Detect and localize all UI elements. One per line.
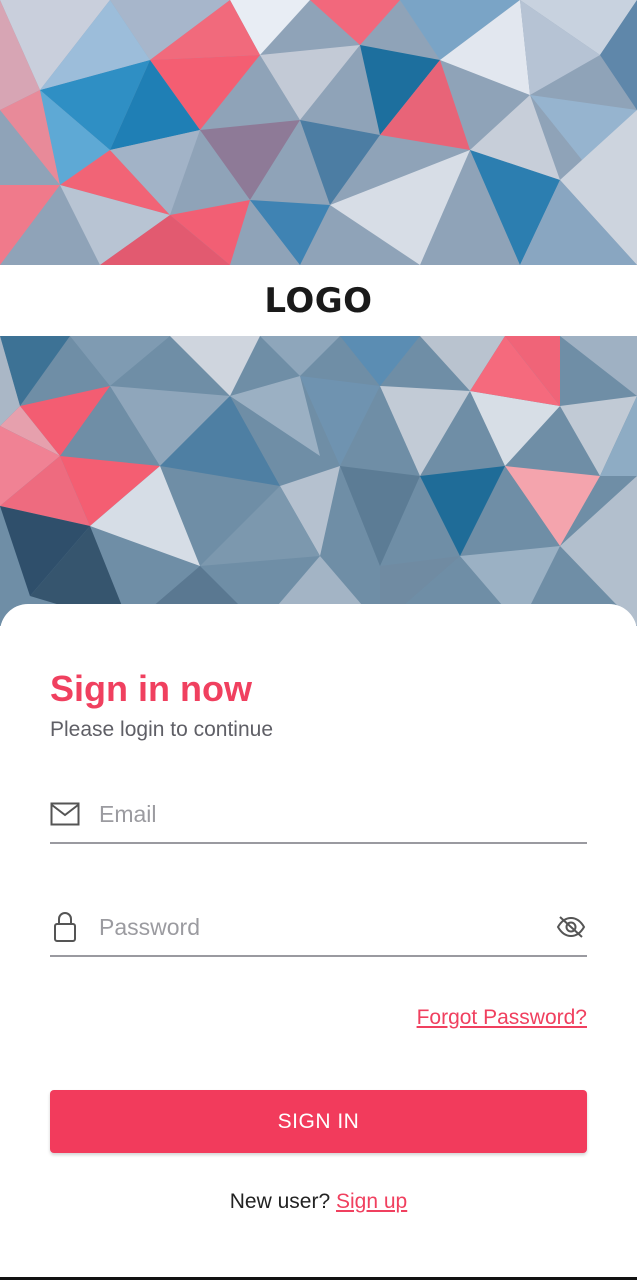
page-subtitle: Please login to continue (50, 718, 273, 741)
sign-up-link[interactable]: Sign up (336, 1190, 407, 1213)
new-user-text: New user? (229, 1190, 331, 1213)
sign-in-button[interactable]: SIGN IN (50, 1090, 587, 1153)
password-field[interactable] (50, 899, 587, 957)
forgot-password-link[interactable]: Forgot Password? (417, 1006, 587, 1030)
email-field[interactable] (50, 786, 587, 844)
page-title: Sign in now (50, 668, 252, 709)
app-logo: LOGO (264, 280, 373, 321)
logo-bar: LOGO (0, 265, 637, 336)
background-image-bottom (0, 336, 637, 626)
signup-prompt: New user? Sign up (0, 1190, 637, 1214)
background-image-top (0, 0, 637, 265)
email-input[interactable] (99, 800, 587, 828)
signin-card: Sign in now Please login to continue Ema… (0, 604, 637, 1280)
password-input[interactable] (99, 913, 555, 941)
eye-off-icon[interactable] (555, 911, 587, 943)
envelope-icon (50, 799, 80, 829)
lock-icon (50, 912, 80, 942)
